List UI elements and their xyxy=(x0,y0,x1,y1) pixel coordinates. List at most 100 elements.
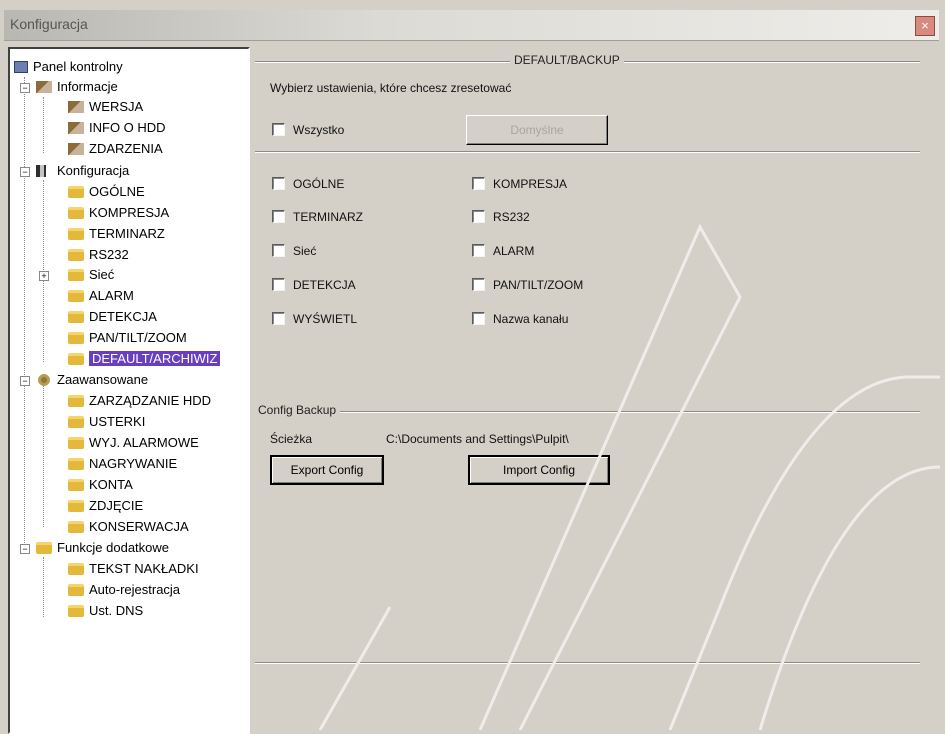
tree-item-label: KOMPRESJA xyxy=(89,205,170,220)
option-siec-label: Sieć xyxy=(293,244,317,258)
option-rs232-label: RS232 xyxy=(493,210,530,224)
close-button[interactable]: × xyxy=(915,16,935,36)
tree-item-rs232[interactable]: RS232 xyxy=(68,245,129,265)
folder-icon xyxy=(68,521,84,533)
import-config-button[interactable]: Import Config xyxy=(468,455,610,485)
tree-item-zdarzenia[interactable]: ZDARZENIA xyxy=(68,139,163,159)
tree-item-label: USTERKI xyxy=(89,414,146,429)
option-wyswietl-checkbox[interactable] xyxy=(272,312,285,325)
option-ptz-label: PAN/TILT/ZOOM xyxy=(493,278,584,292)
option-alarm-label: ALARM xyxy=(493,244,535,258)
default-backup-title: DEFAULT/BACKUP xyxy=(510,53,624,67)
export-config-button[interactable]: Export Config xyxy=(270,455,384,485)
tree-item-label: ALARM xyxy=(89,288,134,303)
tree-item-auto-rejestracja[interactable]: Auto-rejestracja xyxy=(68,580,180,600)
option-detekcja-checkbox[interactable] xyxy=(272,278,285,291)
option-alarm-checkbox[interactable] xyxy=(472,244,485,257)
option-detekcja-label: DETEKCJA xyxy=(293,278,356,292)
tree-item-default-archiwiz[interactable]: DEFAULT/ARCHIWIZ xyxy=(68,349,221,369)
folder-icon xyxy=(68,353,84,365)
expand-toggle-siec[interactable]: + xyxy=(39,271,49,281)
default-button[interactable]: Domyślne xyxy=(466,115,608,145)
tree-root[interactable]: Panel kontrolny xyxy=(14,57,123,77)
folder-icon xyxy=(68,416,84,428)
option-siec-checkbox[interactable] xyxy=(272,244,285,257)
tree-node-zaawansowane[interactable]: Zaawansowane xyxy=(36,370,148,390)
folder-icon xyxy=(68,479,84,491)
tree-item-terminarz[interactable]: TERMINARZ xyxy=(68,224,165,244)
tree-node-label: Informacje xyxy=(57,79,118,94)
document-icon xyxy=(68,143,84,155)
option-ogolne-checkbox[interactable] xyxy=(272,177,285,190)
folder-icon xyxy=(68,584,84,596)
tree-item-label: ZDARZENIA xyxy=(89,141,163,156)
tree-item-wersja[interactable]: WERSJA xyxy=(68,97,143,117)
tree-item-wyj-alarmowe[interactable]: WYJ. ALARMOWE xyxy=(68,433,199,453)
folder-icon xyxy=(68,500,84,512)
tree-item-info-hdd[interactable]: INFO O HDD xyxy=(68,118,166,138)
tree-node-label: Funkcje dodatkowe xyxy=(57,540,170,555)
tree-item-usterki[interactable]: USTERKI xyxy=(68,412,145,432)
tree-item-zarzadzanie-hdd[interactable]: ZARZĄDZANIE HDD xyxy=(68,391,211,411)
tree-item-label: TEKST NAKŁADKI xyxy=(89,561,199,576)
config-backup-title: Config Backup xyxy=(254,403,341,417)
tree-item-ust-dns[interactable]: Ust. DNS xyxy=(68,601,143,621)
folder-icon xyxy=(68,332,84,344)
tree-item-label: ZDJĘCIE xyxy=(89,498,144,513)
tree-item-detekcja[interactable]: DETEKCJA xyxy=(68,307,157,327)
window-title: Konfiguracja xyxy=(10,16,88,32)
tree-item-label: OGÓLNE xyxy=(89,184,145,199)
tree-item-nagrywanie[interactable]: NAGRYWANIE xyxy=(68,454,177,474)
tree-node-konfiguracja[interactable]: Konfiguracja xyxy=(36,161,129,181)
tree-node-funkcje-dodatkowe[interactable]: Funkcje dodatkowe xyxy=(36,538,169,558)
option-wyswietl-label: WYŚWIETL xyxy=(293,312,358,326)
select-all-checkbox[interactable] xyxy=(272,123,285,136)
select-all-label: Wszystko xyxy=(293,123,345,137)
tree-item-ptz[interactable]: PAN/TILT/ZOOM xyxy=(68,328,187,348)
option-ptz-checkbox[interactable] xyxy=(472,278,485,291)
option-rs232-checkbox[interactable] xyxy=(472,210,485,223)
tree-item-konta[interactable]: KONTA xyxy=(68,475,133,495)
option-channel-name-checkbox[interactable] xyxy=(472,312,485,325)
folder-icon xyxy=(36,542,52,554)
document-icon xyxy=(68,101,84,113)
folder-icon xyxy=(68,605,84,617)
tree-item-label: DETEKCJA xyxy=(89,309,157,324)
navigation-tree: Panel kontrolny − Informacje WERSJA INFO… xyxy=(8,47,250,734)
config-backup-divider xyxy=(255,411,920,413)
tree-node-informacje[interactable]: Informacje xyxy=(36,77,118,97)
tree-item-zdjecie[interactable]: ZDJĘCIE xyxy=(68,496,143,516)
tree-item-siec[interactable]: Sieć xyxy=(68,265,114,285)
tree-item-label: NAGRYWANIE xyxy=(89,456,178,471)
tree-item-label-selected: DEFAULT/ARCHIWIZ xyxy=(89,351,221,366)
option-channel-name-label: Nazwa kanału xyxy=(493,312,569,326)
info-icon xyxy=(36,81,52,93)
tree-item-label: INFO O HDD xyxy=(89,120,166,135)
option-kompresja-checkbox[interactable] xyxy=(472,177,485,190)
folder-icon xyxy=(68,311,84,323)
folder-icon xyxy=(68,458,84,470)
tree-item-alarm[interactable]: ALARM xyxy=(68,286,134,306)
option-ogolne-label: OGÓLNE xyxy=(293,177,345,191)
folder-icon xyxy=(68,249,84,261)
watermark-graphic xyxy=(318,223,940,730)
configuration-window: Konfiguracja × Panel kontrolny − Informa… xyxy=(0,0,945,734)
tree-item-ogolne[interactable]: OGÓLNE xyxy=(68,182,145,202)
collapse-toggle-konfiguracja[interactable]: − xyxy=(20,167,30,177)
option-terminarz-checkbox[interactable] xyxy=(272,210,285,223)
collapse-toggle-informacje[interactable]: − xyxy=(20,83,30,93)
tree-item-konserwacja[interactable]: KONSERWACJA xyxy=(68,517,189,537)
section-divider xyxy=(255,151,920,153)
tree-node-label: Konfiguracja xyxy=(57,163,130,178)
folder-icon xyxy=(68,563,84,575)
tree-node-label: Zaawansowane xyxy=(57,372,149,387)
settings-panel: DEFAULT/BACKUP Wybierz ustawienia, które… xyxy=(250,47,940,730)
tree-item-kompresja[interactable]: KOMPRESJA xyxy=(68,203,169,223)
tree-item-tekst-nakladki[interactable]: TEKST NAKŁADKI xyxy=(68,559,199,579)
reset-instruction: Wybierz ustawienia, które chcesz zreseto… xyxy=(270,81,512,95)
collapse-toggle-funkcje[interactable]: − xyxy=(20,544,30,554)
option-terminarz-label: TERMINARZ xyxy=(293,210,363,224)
tree-item-label: Ust. DNS xyxy=(89,603,144,618)
tree-root-label: Panel kontrolny xyxy=(33,59,123,74)
collapse-toggle-zaawansowane[interactable]: − xyxy=(20,376,30,386)
